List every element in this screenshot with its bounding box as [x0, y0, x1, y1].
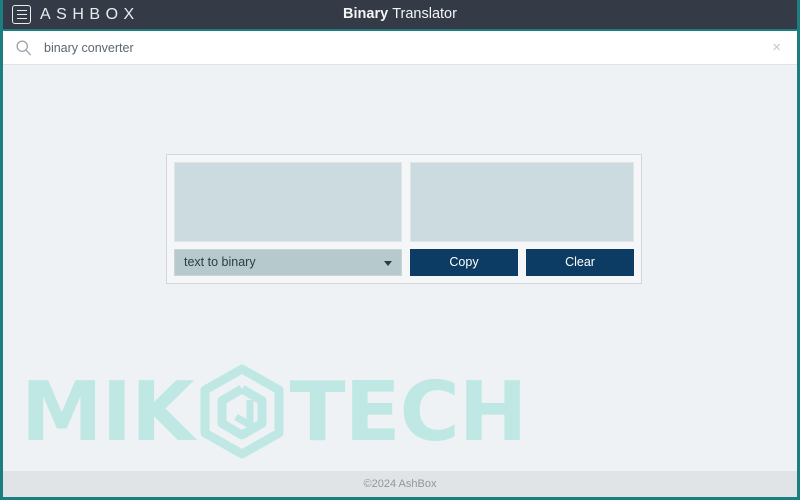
search-bar: × [3, 31, 797, 65]
watermark-text-before: MIK [21, 365, 195, 460]
menu-icon[interactable] [12, 5, 31, 24]
output-textarea[interactable] [410, 162, 634, 242]
footer-bar: ©2024 AshBox [3, 471, 797, 497]
translator-panel: text to binary Copy Clear [166, 154, 642, 284]
conversion-mode-label: text to binary [184, 255, 256, 270]
close-icon[interactable]: × [768, 40, 785, 55]
hexagon-spiral-icon [200, 364, 284, 459]
chevron-down-icon [384, 260, 392, 266]
panel-inner: text to binary Copy Clear [174, 162, 634, 276]
watermark: MIK TECH [21, 363, 528, 463]
controls-row: text to binary Copy Clear [174, 249, 634, 276]
search-icon[interactable] [15, 39, 32, 56]
app-window: ASHBOX Binary Translator × text to [0, 0, 800, 500]
copy-button[interactable]: Copy [410, 249, 518, 276]
page-title-strong: Binary [343, 6, 389, 23]
io-row [174, 162, 634, 242]
input-textarea[interactable] [174, 162, 402, 242]
search-input[interactable] [44, 40, 769, 55]
brand-name: ASHBOX [40, 5, 140, 23]
content-area: text to binary Copy Clear MIK TECH [3, 65, 797, 471]
clear-button[interactable]: Clear [526, 249, 634, 276]
copyright-text: ©2024 AshBox [363, 477, 437, 490]
page-title-light: Translator [392, 6, 457, 23]
conversion-mode-select[interactable]: text to binary [174, 249, 402, 276]
watermark-text-after: TECH [289, 365, 528, 460]
title-bar: ASHBOX Binary Translator [3, 0, 797, 31]
brand: ASHBOX [3, 5, 140, 24]
